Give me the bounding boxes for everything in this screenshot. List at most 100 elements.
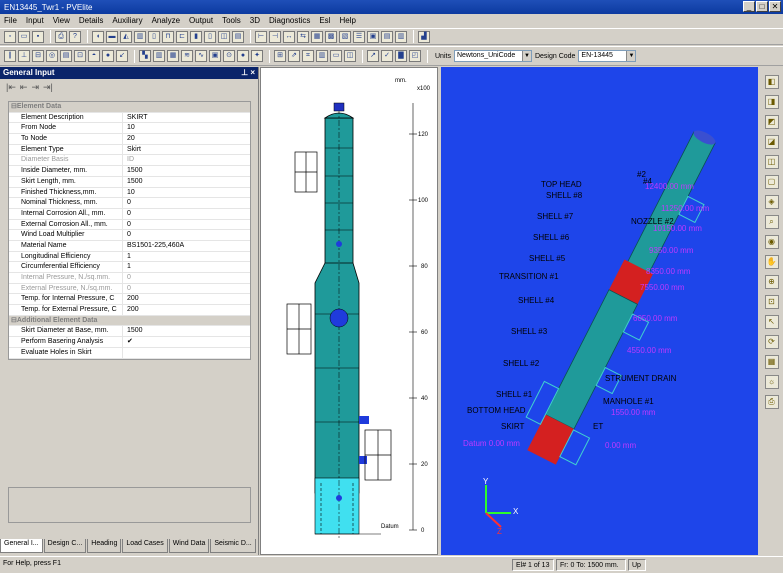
flat-head-icon[interactable]: ▤ bbox=[232, 30, 244, 43]
property-value[interactable]: ID bbox=[123, 155, 250, 165]
property-row[interactable]: Nominal Thickness, mm. 0 bbox=[9, 198, 250, 209]
design-code-select[interactable]: EN-13445 ▼ bbox=[578, 50, 637, 62]
maximize-button[interactable]: □ bbox=[756, 1, 768, 12]
property-value[interactable]: 1500 bbox=[123, 177, 250, 187]
weight-icon[interactable]: ▤ bbox=[60, 50, 72, 62]
property-row[interactable]: Element Type Skirt bbox=[9, 144, 250, 156]
grid-toggle-icon[interactable]: ▦ bbox=[764, 355, 779, 369]
view-icon[interactable]: ◫ bbox=[344, 50, 356, 62]
platform-icon[interactable]: ⊟ bbox=[32, 50, 44, 62]
property-row[interactable]: Skirt Diameter at Base, mm. 1500 bbox=[9, 326, 250, 338]
menu-tools[interactable]: Tools bbox=[222, 16, 241, 25]
flip-icon[interactable]: ⇆ bbox=[297, 30, 309, 43]
nozzle-icon[interactable]: ⊓ bbox=[162, 30, 174, 43]
panel-icon[interactable]: ▣ bbox=[367, 30, 379, 43]
menu-auxiliary[interactable]: Auxiliary bbox=[112, 16, 142, 25]
menu-esl[interactable]: Esl bbox=[319, 16, 330, 25]
clip-icon[interactable]: ⌗ bbox=[302, 50, 314, 62]
property-value[interactable]: 0 bbox=[123, 230, 250, 240]
element-icon[interactable]: ◫ bbox=[218, 30, 230, 43]
menu-input[interactable]: Input bbox=[26, 16, 44, 25]
save-icon[interactable]: ▪ bbox=[32, 30, 44, 43]
zoom-icon[interactable]: ⊕ bbox=[764, 275, 779, 289]
pointer-icon[interactable]: ↗ bbox=[367, 50, 379, 62]
property-value[interactable]: 10 bbox=[123, 188, 250, 198]
print-view-icon[interactable]: ⎙ bbox=[764, 395, 779, 409]
property-row[interactable]: Temp. for Internal Pressure, C 200 bbox=[9, 294, 250, 306]
tab-wind-data[interactable]: Wind Data bbox=[168, 539, 210, 553]
property-value[interactable]: 0 bbox=[123, 284, 250, 294]
split-icon[interactable]: ↔ bbox=[283, 30, 295, 43]
menu-file[interactable]: File bbox=[4, 16, 17, 25]
menu-details[interactable]: Details bbox=[79, 16, 103, 25]
pressure-icon[interactable]: ⊙ bbox=[223, 50, 235, 62]
property-value[interactable]: 0 bbox=[123, 273, 250, 283]
units-select[interactable]: Newtons_UniCode ▼ bbox=[453, 50, 532, 62]
property-row[interactable]: To Node 20 bbox=[9, 134, 250, 145]
first-element-icon[interactable]: |⇤ bbox=[6, 82, 16, 93]
calc-icon[interactable]: ⊞ bbox=[274, 50, 286, 62]
skirt-icon[interactable]: ▯ bbox=[148, 30, 160, 43]
iso-view-icon[interactable]: ◈ bbox=[764, 195, 779, 209]
next-element-icon[interactable]: ⇥ bbox=[31, 82, 39, 93]
close-button[interactable]: ✕ bbox=[769, 1, 781, 12]
chevron-down-icon[interactable]: ▼ bbox=[626, 51, 636, 61]
menu-help[interactable]: Help bbox=[339, 16, 355, 25]
property-row[interactable]: Longitudinal Efficiency 1 bbox=[9, 251, 250, 263]
property-row[interactable]: Finished Thickness,mm. 10 bbox=[9, 187, 250, 199]
property-row[interactable]: Inside Diameter, mm. 1500 bbox=[9, 166, 250, 177]
grid-icon[interactable]: ▩ bbox=[325, 30, 337, 43]
halfpipe-icon[interactable]: ▥ bbox=[153, 50, 165, 62]
bar-chart-icon[interactable]: ▥ bbox=[316, 50, 328, 62]
property-value[interactable] bbox=[123, 348, 250, 358]
shade-icon[interactable]: ▇ bbox=[395, 50, 407, 62]
last-element-icon[interactable]: ⇥| bbox=[43, 82, 53, 93]
tubesheet-icon[interactable]: ▦ bbox=[167, 50, 179, 62]
seismic-icon[interactable]: ∿ bbox=[195, 50, 207, 62]
check-icon[interactable]: ✓ bbox=[381, 50, 393, 62]
property-value[interactable]: 1500 bbox=[123, 166, 250, 176]
property-value[interactable]: 0 bbox=[123, 220, 250, 230]
property-value[interactable]: 0 bbox=[123, 198, 250, 208]
property-row[interactable]: Circumferential Efficiency 1 bbox=[9, 262, 250, 273]
property-row[interactable]: Diameter Basis ID bbox=[9, 155, 250, 167]
wind-icon[interactable]: ≋ bbox=[181, 50, 193, 62]
property-value[interactable]: 20 bbox=[123, 134, 250, 144]
menu-view[interactable]: View bbox=[53, 16, 70, 25]
chart-icon[interactable]: ▥ bbox=[395, 30, 407, 43]
property-value[interactable]: 1 bbox=[123, 252, 250, 262]
property-row[interactable]: External Pressure, N./sq.mm. 0 bbox=[9, 283, 250, 295]
analyze-icon[interactable]: ✦ bbox=[251, 50, 263, 62]
property-row[interactable]: Element Description SKIRT bbox=[9, 112, 250, 124]
property-row[interactable]: Perform Basering Analysis ✔ bbox=[9, 337, 250, 348]
property-row[interactable]: Internal Corrosion All., mm. 0 bbox=[9, 208, 250, 220]
category-additional-data[interactable]: ⊟ Additional Element Data bbox=[9, 315, 250, 327]
lug-icon[interactable]: ⊡ bbox=[74, 50, 86, 62]
property-value[interactable]: 1 bbox=[123, 262, 250, 272]
pin-close-icon[interactable]: ⊥ × bbox=[241, 68, 255, 78]
property-row[interactable]: External Corrosion All., mm. 0 bbox=[9, 219, 250, 231]
property-value[interactable]: SKIRT bbox=[123, 113, 250, 123]
window-icon[interactable]: ▭ bbox=[330, 50, 342, 62]
category-element-data[interactable]: ⊟ Element Data bbox=[9, 102, 250, 113]
zoom-extents-icon[interactable]: ⌕ bbox=[764, 215, 779, 229]
tab-heading[interactable]: Heading bbox=[87, 539, 122, 553]
cylinder-icon[interactable]: ▮ bbox=[190, 30, 202, 43]
saddle-icon[interactable]: ◓ bbox=[88, 50, 100, 62]
property-value[interactable]: Skirt bbox=[123, 145, 250, 155]
ring-icon[interactable]: ◎ bbox=[46, 50, 58, 62]
menu-analyze[interactable]: Analyze bbox=[152, 16, 180, 25]
property-value[interactable]: BS1501-225,460A bbox=[123, 241, 250, 251]
property-row[interactable]: Temp. for External Pressure, C 200 bbox=[9, 305, 250, 316]
pan-hand-icon[interactable]: ✋ bbox=[764, 255, 779, 269]
elevation-view[interactable]: mm. x100 120 100 80 60 40 20 0 Datum bbox=[260, 67, 438, 555]
light-icon[interactable]: ☼ bbox=[764, 375, 779, 389]
tab-general-input[interactable]: General I... bbox=[0, 539, 43, 553]
left-view-icon[interactable]: ◫ bbox=[764, 155, 779, 169]
table-icon[interactable]: ▦ bbox=[311, 30, 323, 43]
body-flange-icon[interactable]: ⊏ bbox=[176, 30, 188, 43]
property-value[interactable]: 200 bbox=[123, 305, 250, 315]
layout-icon[interactable]: ▧ bbox=[339, 30, 351, 43]
bottom-view-icon[interactable]: ◪ bbox=[764, 135, 779, 149]
chevron-down-icon[interactable]: ▼ bbox=[521, 51, 531, 61]
